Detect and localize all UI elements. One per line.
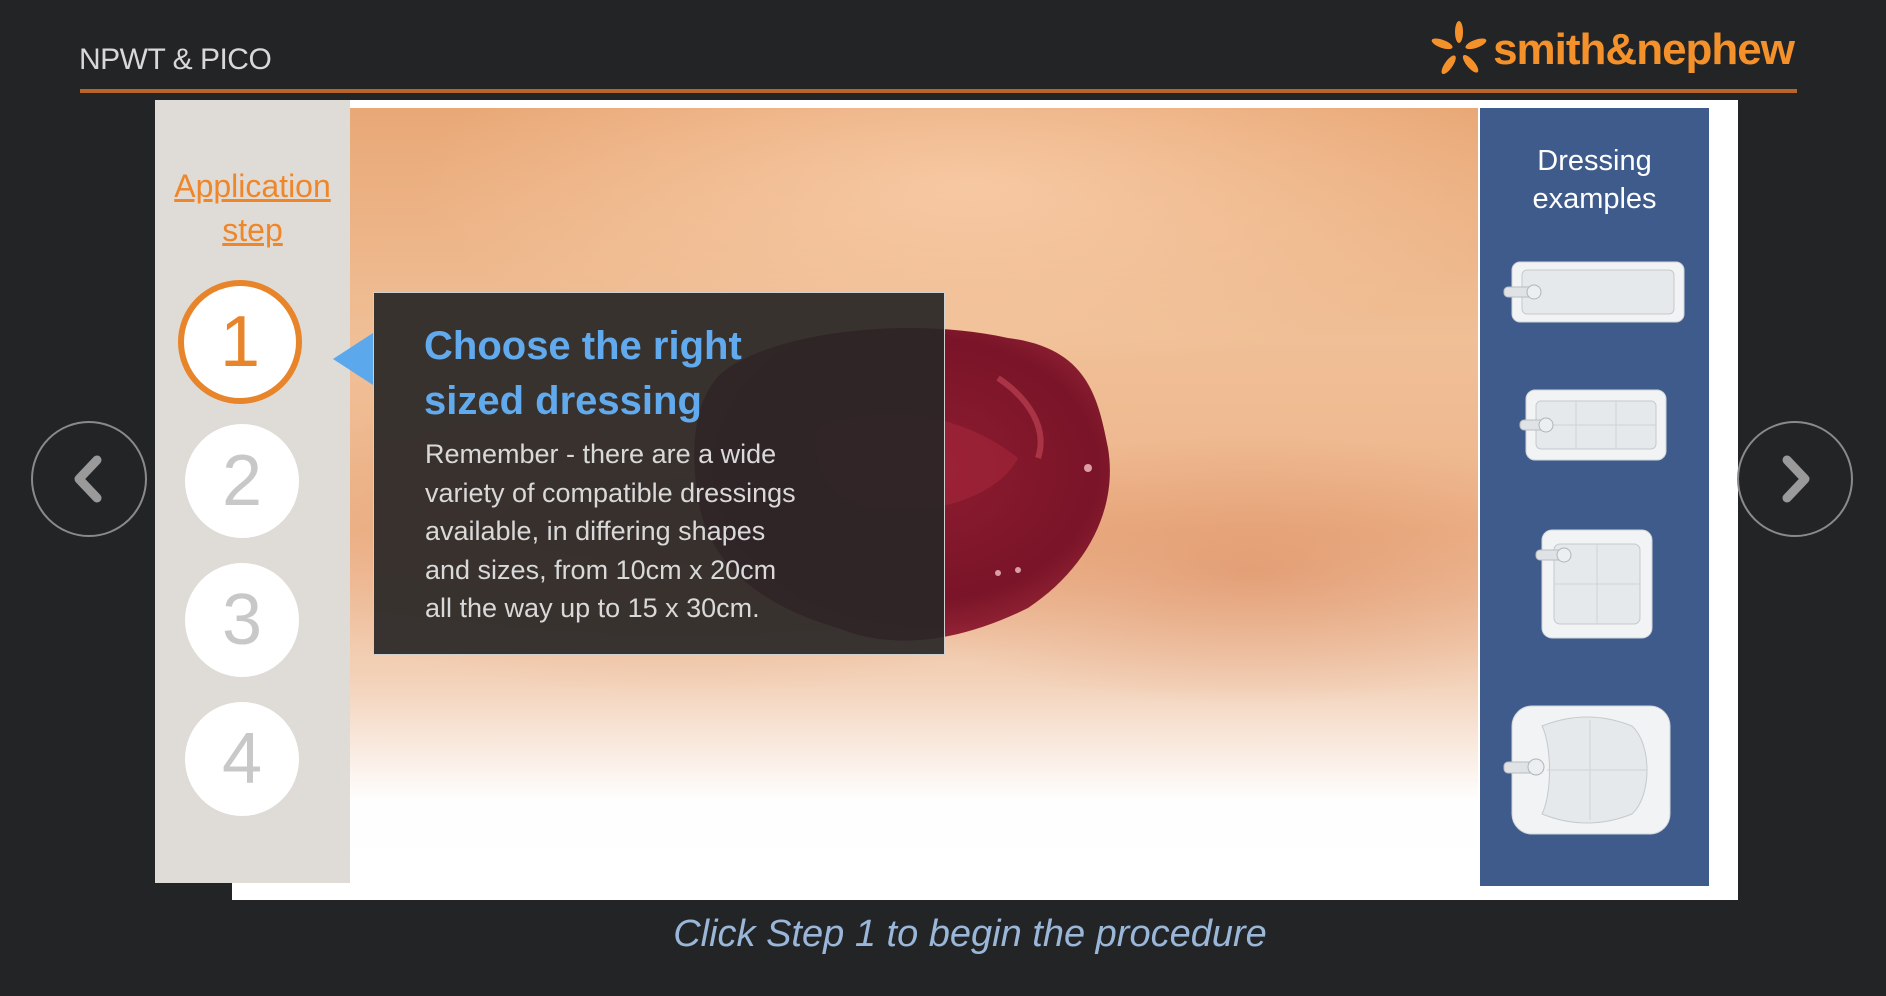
dressing-examples-heading: Dressing examples [1480,142,1709,218]
callout-body-line: available, in differing shapes [425,516,766,546]
instruction-caption: Click Step 1 to begin the procedure [673,913,1267,955]
step-3-button[interactable]: 3 [185,563,299,677]
callout-title-line1: Choose the right [424,324,742,368]
rectangular-grid-dressing-icon[interactable] [1518,388,1668,464]
dressing-examples-panel: Dressing examples [1480,108,1709,886]
square-dressing-icon[interactable] [1534,528,1654,640]
callout-pointer-icon [333,333,373,385]
step-2-button[interactable]: 2 [185,424,299,538]
callout-title-line2: sized dressing [424,379,702,423]
step-4-button[interactable]: 4 [185,702,299,816]
step-1-button[interactable]: 1 [178,280,302,404]
application-step-panel: Application step 1 2 3 4 [155,100,350,883]
rectangular-long-dressing-icon[interactable] [1502,260,1687,326]
callout-body-line: variety of compatible dressings [425,477,796,508]
chevron-right-icon [1782,455,1810,503]
header-divider [80,89,1797,93]
next-button[interactable] [1737,421,1853,537]
previous-button[interactable] [31,421,147,537]
course-title: NPWT & PICO [79,43,272,76]
chevron-left-icon [74,455,102,503]
callout-body-line: Remember - there are a wide [425,439,777,469]
callout-body-line: all the way up to 15 x 30cm. [425,593,760,623]
step-heading-line2: step [222,212,283,248]
step-heading-line1: Application [174,168,331,204]
step-info-callout: Choose the right sized dressing Remember… [373,292,945,655]
starburst-logo-icon [1431,21,1487,75]
multisite-dressing-icon[interactable] [1502,704,1672,836]
callout-body-line: and sizes, from 10cm x 20cm [425,554,777,585]
dressing-heading-line1: Dressing [1537,145,1652,177]
dressing-heading-line2: examples [1532,183,1657,215]
brand-logo: smith&nephew [1431,20,1795,80]
application-step-heading[interactable]: Application step [155,164,350,252]
callout-title: Choose the right sized dressing [424,319,844,429]
brand-name: smith&nephew [1493,25,1795,74]
callout-body: Remember - there are a wide variety of c… [425,435,845,628]
